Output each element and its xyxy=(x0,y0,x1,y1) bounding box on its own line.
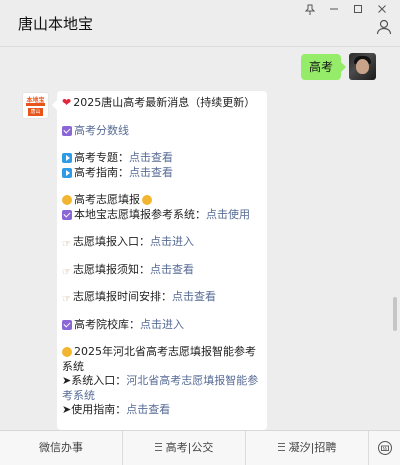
check-icon xyxy=(62,125,72,136)
dot-icon xyxy=(142,195,152,205)
chat-scrollbar[interactable] xyxy=(390,47,400,430)
bottom-menu: 微信办事 高考|公交 凝汐|招聘 xyxy=(0,430,400,465)
topic-link[interactable]: 点击查看 xyxy=(129,151,173,164)
chat-area[interactable]: 高考 本地宝 唐山 ❤ 2025唐山高考最新消息（持续更新） 高考分数线 高考专题… xyxy=(0,47,400,430)
window-controls xyxy=(298,2,394,16)
play-icon xyxy=(62,167,72,178)
guide-link[interactable]: 点击查看 xyxy=(129,166,173,179)
bot-avatar-label-bottom: 唐山 xyxy=(28,108,43,116)
keyboard-icon xyxy=(377,441,392,455)
message-line: ❤ 2025唐山高考最新消息（持续更新） xyxy=(62,96,256,109)
message-line: ➤系统入口：河北省高考志愿填报智能参考系统 xyxy=(62,374,259,402)
profile-icon[interactable] xyxy=(376,19,392,35)
dot-icon xyxy=(62,347,72,357)
message-line: ☞ 志愿填报须知：点击查看 xyxy=(62,263,262,278)
message-line: 高考专题：点击查看 xyxy=(62,151,262,166)
dot-icon xyxy=(62,195,72,205)
schedule-link[interactable]: 点击查看 xyxy=(172,290,216,303)
notice-link[interactable]: 点击查看 xyxy=(150,263,194,276)
hand-icon: ☞ xyxy=(62,239,71,250)
outgoing-bubble[interactable]: 高考 xyxy=(300,54,347,80)
keyboard-toggle-button[interactable] xyxy=(369,431,400,465)
message-line: ☞ 志愿填报入口：点击进入 xyxy=(62,235,262,250)
message-line: ➤使用指南：点击查看 xyxy=(62,403,171,416)
scroll-thumb[interactable] xyxy=(393,297,397,331)
heart-icon: ❤ xyxy=(62,96,72,109)
message-line: 高考分数线 xyxy=(62,124,262,139)
reference-system-link[interactable]: 点击使用 xyxy=(206,208,250,221)
bot-avatar[interactable]: 本地宝 唐山 xyxy=(22,92,49,119)
bot-avatar-stripe xyxy=(26,103,45,106)
title-bar: 唐山本地宝 xyxy=(0,0,400,46)
play-icon xyxy=(62,153,72,163)
menu-item-wechat-services[interactable]: 微信办事 xyxy=(0,431,123,465)
user-avatar[interactable] xyxy=(349,53,376,80)
chat-title: 唐山本地宝 xyxy=(18,15,94,33)
menu-item-exam-bus[interactable]: 高考|公交 xyxy=(123,431,246,465)
message-line: 本地宝志愿填报参考系统：点击使用 xyxy=(62,208,262,223)
submenu-icon xyxy=(154,443,162,451)
check-icon xyxy=(62,319,72,330)
hand-icon: ☞ xyxy=(62,294,71,305)
menu-item-jobs[interactable]: 凝汐|招聘 xyxy=(246,431,369,465)
message-line: 2025年河北省高考志愿填报智能参考系统 xyxy=(62,345,256,373)
message-line: ☞ 志愿填报时间安排：点击查看 xyxy=(62,290,262,305)
minimize-button[interactable] xyxy=(322,2,346,16)
usage-guide-link[interactable]: 点击查看 xyxy=(126,403,170,416)
check-icon xyxy=(62,209,72,220)
entry-link[interactable]: 点击进入 xyxy=(150,235,194,248)
message-line: 高考指南：点击查看 xyxy=(62,166,262,181)
score-line-link[interactable]: 高考分数线 xyxy=(74,124,129,137)
submenu-icon xyxy=(277,443,285,451)
incoming-bubble: ❤ 2025唐山高考最新消息（持续更新） 高考分数线 高考专题：点击查看 高考指南… xyxy=(52,91,267,430)
avatar-face xyxy=(356,59,369,74)
college-db-link[interactable]: 点击进入 xyxy=(140,318,184,331)
pin-icon[interactable] xyxy=(298,2,322,16)
outgoing-message: 高考 xyxy=(300,53,376,80)
close-button[interactable] xyxy=(370,2,394,16)
message-line: 高考志愿填报 xyxy=(62,193,262,208)
hand-icon: ☞ xyxy=(62,266,71,278)
maximize-button[interactable] xyxy=(346,2,370,16)
message-line: 高考院校库：点击进入 xyxy=(62,318,262,333)
